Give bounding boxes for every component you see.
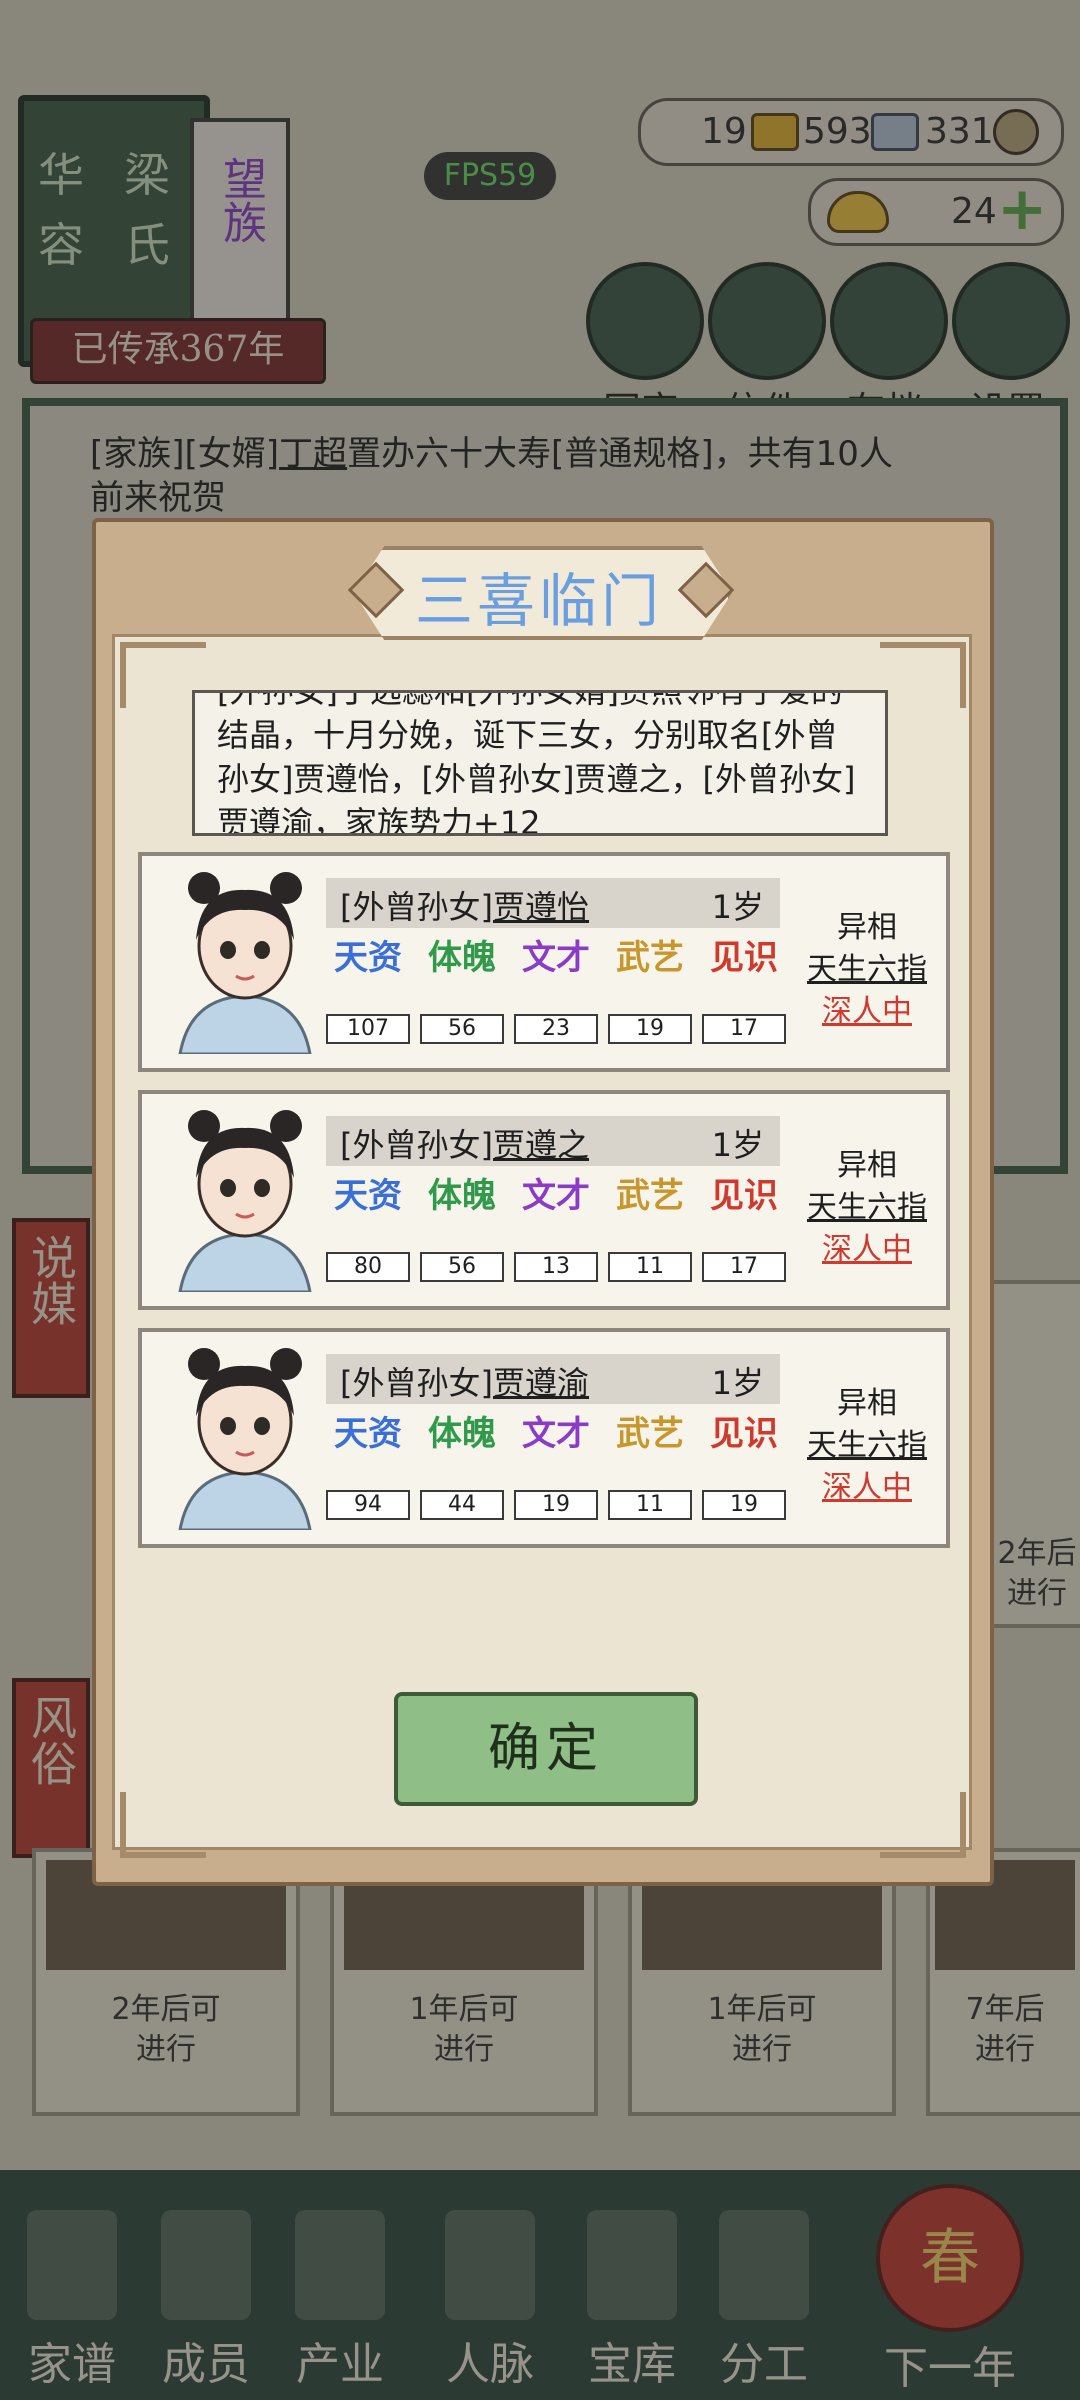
stat-label: 天资 xyxy=(334,1176,402,1216)
child-card[interactable]: [外曾孙女]贾遵之 1岁 天资 80 体魄 56 文才 13 武艺 11 见识 17 异相… xyxy=(138,1090,950,1310)
stat-value: 94 xyxy=(326,1490,410,1520)
desc-line: 贾遵渝，家族势力+12 xyxy=(217,804,541,836)
child-portrait xyxy=(178,872,312,1054)
stat-value: 11 xyxy=(608,1490,692,1520)
stat-value: 80 xyxy=(326,1252,410,1282)
stat-physique: 体魄 44 xyxy=(420,1416,504,1520)
child-portrait xyxy=(178,1348,312,1530)
stat-label: 武艺 xyxy=(616,938,684,978)
stat-value: 44 xyxy=(420,1490,504,1520)
stat-value: 17 xyxy=(702,1014,786,1044)
stat-label: 体魄 xyxy=(428,938,496,978)
stat-knowledge: 见识 17 xyxy=(702,1178,786,1282)
stat-label: 文才 xyxy=(522,1176,590,1216)
stat-label: 天资 xyxy=(334,938,402,978)
stat-label: 见识 xyxy=(710,1176,778,1216)
stat-physique: 体魄 56 xyxy=(420,940,504,1044)
child-name-bar: [外曾孙女]贾遵之 1岁 xyxy=(326,1116,780,1166)
stat-martial: 武艺 11 xyxy=(608,1178,692,1282)
stat-value: 107 xyxy=(326,1014,410,1044)
stat-value: 56 xyxy=(420,1252,504,1282)
stat-label: 武艺 xyxy=(616,1176,684,1216)
event-dialog: 三喜临门 [外孙女]丁远蕊和[外孙女婿]贾照邻有了爱的 结晶，十月分娩，诞下三女… xyxy=(92,518,994,1886)
stat-physique: 体魄 56 xyxy=(420,1178,504,1282)
child-name-link[interactable]: 贾遵之 xyxy=(493,1126,589,1164)
stat-knowledge: 见识 17 xyxy=(702,940,786,1044)
corner-ornament xyxy=(880,1792,966,1858)
trait-link[interactable]: 天生六指 xyxy=(802,1420,932,1464)
stat-martial: 武艺 19 xyxy=(608,940,692,1044)
trait-link[interactable]: 天生六指 xyxy=(802,944,932,988)
child-relation: [外曾孙女] xyxy=(340,1364,493,1402)
child-name-link[interactable]: 贾遵怡 xyxy=(493,888,589,926)
trait-title: 异相 xyxy=(837,1386,897,1421)
confirm-button[interactable]: 确定 xyxy=(394,1692,698,1806)
child-portrait xyxy=(178,1110,312,1292)
desc-line: 孙女]贾遵怡，[外曾孙女]贾遵之，[外曾孙女] xyxy=(217,760,856,798)
stat-literary: 文才 23 xyxy=(514,940,598,1044)
corner-ornament xyxy=(880,642,966,708)
stat-label: 见识 xyxy=(710,1414,778,1454)
stat-value: 11 xyxy=(608,1252,692,1282)
stat-label: 见识 xyxy=(710,938,778,978)
stat-label: 天资 xyxy=(334,1414,402,1454)
stat-value: 17 xyxy=(702,1252,786,1282)
stat-talent: 天资 94 xyxy=(326,1416,410,1520)
trait-title: 异相 xyxy=(837,1148,897,1183)
stat-label: 体魄 xyxy=(428,1176,496,1216)
child-relation: [外曾孙女] xyxy=(340,1126,493,1164)
stat-label: 文才 xyxy=(522,938,590,978)
stat-talent: 天资 80 xyxy=(326,1178,410,1282)
stat-label: 体魄 xyxy=(428,1414,496,1454)
child-age: 1岁 xyxy=(711,1364,764,1402)
stat-literary: 文才 13 xyxy=(514,1178,598,1282)
child-age: 1岁 xyxy=(711,1126,764,1164)
stat-value: 56 xyxy=(420,1014,504,1044)
trait-title: 异相 xyxy=(837,910,897,945)
trait-link[interactable]: 天生六指 xyxy=(802,1182,932,1226)
trait-status-link[interactable]: 深人中 xyxy=(802,1224,932,1268)
child-card[interactable]: [外曾孙女]贾遵怡 1岁 天资 107 体魄 56 文才 23 武艺 19 见识 17 异… xyxy=(138,852,950,1072)
desc-line: 结晶，十月分娩，诞下三女，分别取名[外曾 xyxy=(217,716,838,754)
child-name-link[interactable]: 贾遵渝 xyxy=(493,1364,589,1402)
stat-talent: 天资 107 xyxy=(326,940,410,1044)
stat-value: 23 xyxy=(514,1014,598,1044)
child-card[interactable]: [外曾孙女]贾遵渝 1岁 天资 94 体魄 44 文才 19 武艺 11 见识 19 异相… xyxy=(138,1328,950,1548)
child-name-bar: [外曾孙女]贾遵怡 1岁 xyxy=(326,878,780,928)
stat-knowledge: 见识 19 xyxy=(702,1416,786,1520)
desc-line: [外孙女]丁远蕊和[外孙女婿]贾照邻有了爱的 xyxy=(217,690,843,710)
stat-value: 13 xyxy=(514,1252,598,1282)
dialog-title: 三喜临门 xyxy=(414,567,663,635)
corner-ornament xyxy=(120,1792,206,1858)
stat-label: 文才 xyxy=(522,1414,590,1454)
stat-label: 武艺 xyxy=(616,1414,684,1454)
stat-value: 19 xyxy=(702,1490,786,1520)
stat-martial: 武艺 11 xyxy=(608,1416,692,1520)
trait-status-link[interactable]: 深人中 xyxy=(802,986,932,1030)
stat-literary: 文才 19 xyxy=(514,1416,598,1520)
child-age: 1岁 xyxy=(711,888,764,926)
stat-value: 19 xyxy=(608,1014,692,1044)
child-name-bar: [外曾孙女]贾遵渝 1岁 xyxy=(326,1354,780,1404)
child-relation: [外曾孙女] xyxy=(340,888,493,926)
trait-status-link[interactable]: 深人中 xyxy=(802,1462,932,1506)
stat-value: 19 xyxy=(514,1490,598,1520)
dialog-title-plaque: 三喜临门 xyxy=(334,534,744,644)
event-description: [外孙女]丁远蕊和[外孙女婿]贾照邻有了爱的 结晶，十月分娩，诞下三女，分别取名… xyxy=(192,690,888,836)
